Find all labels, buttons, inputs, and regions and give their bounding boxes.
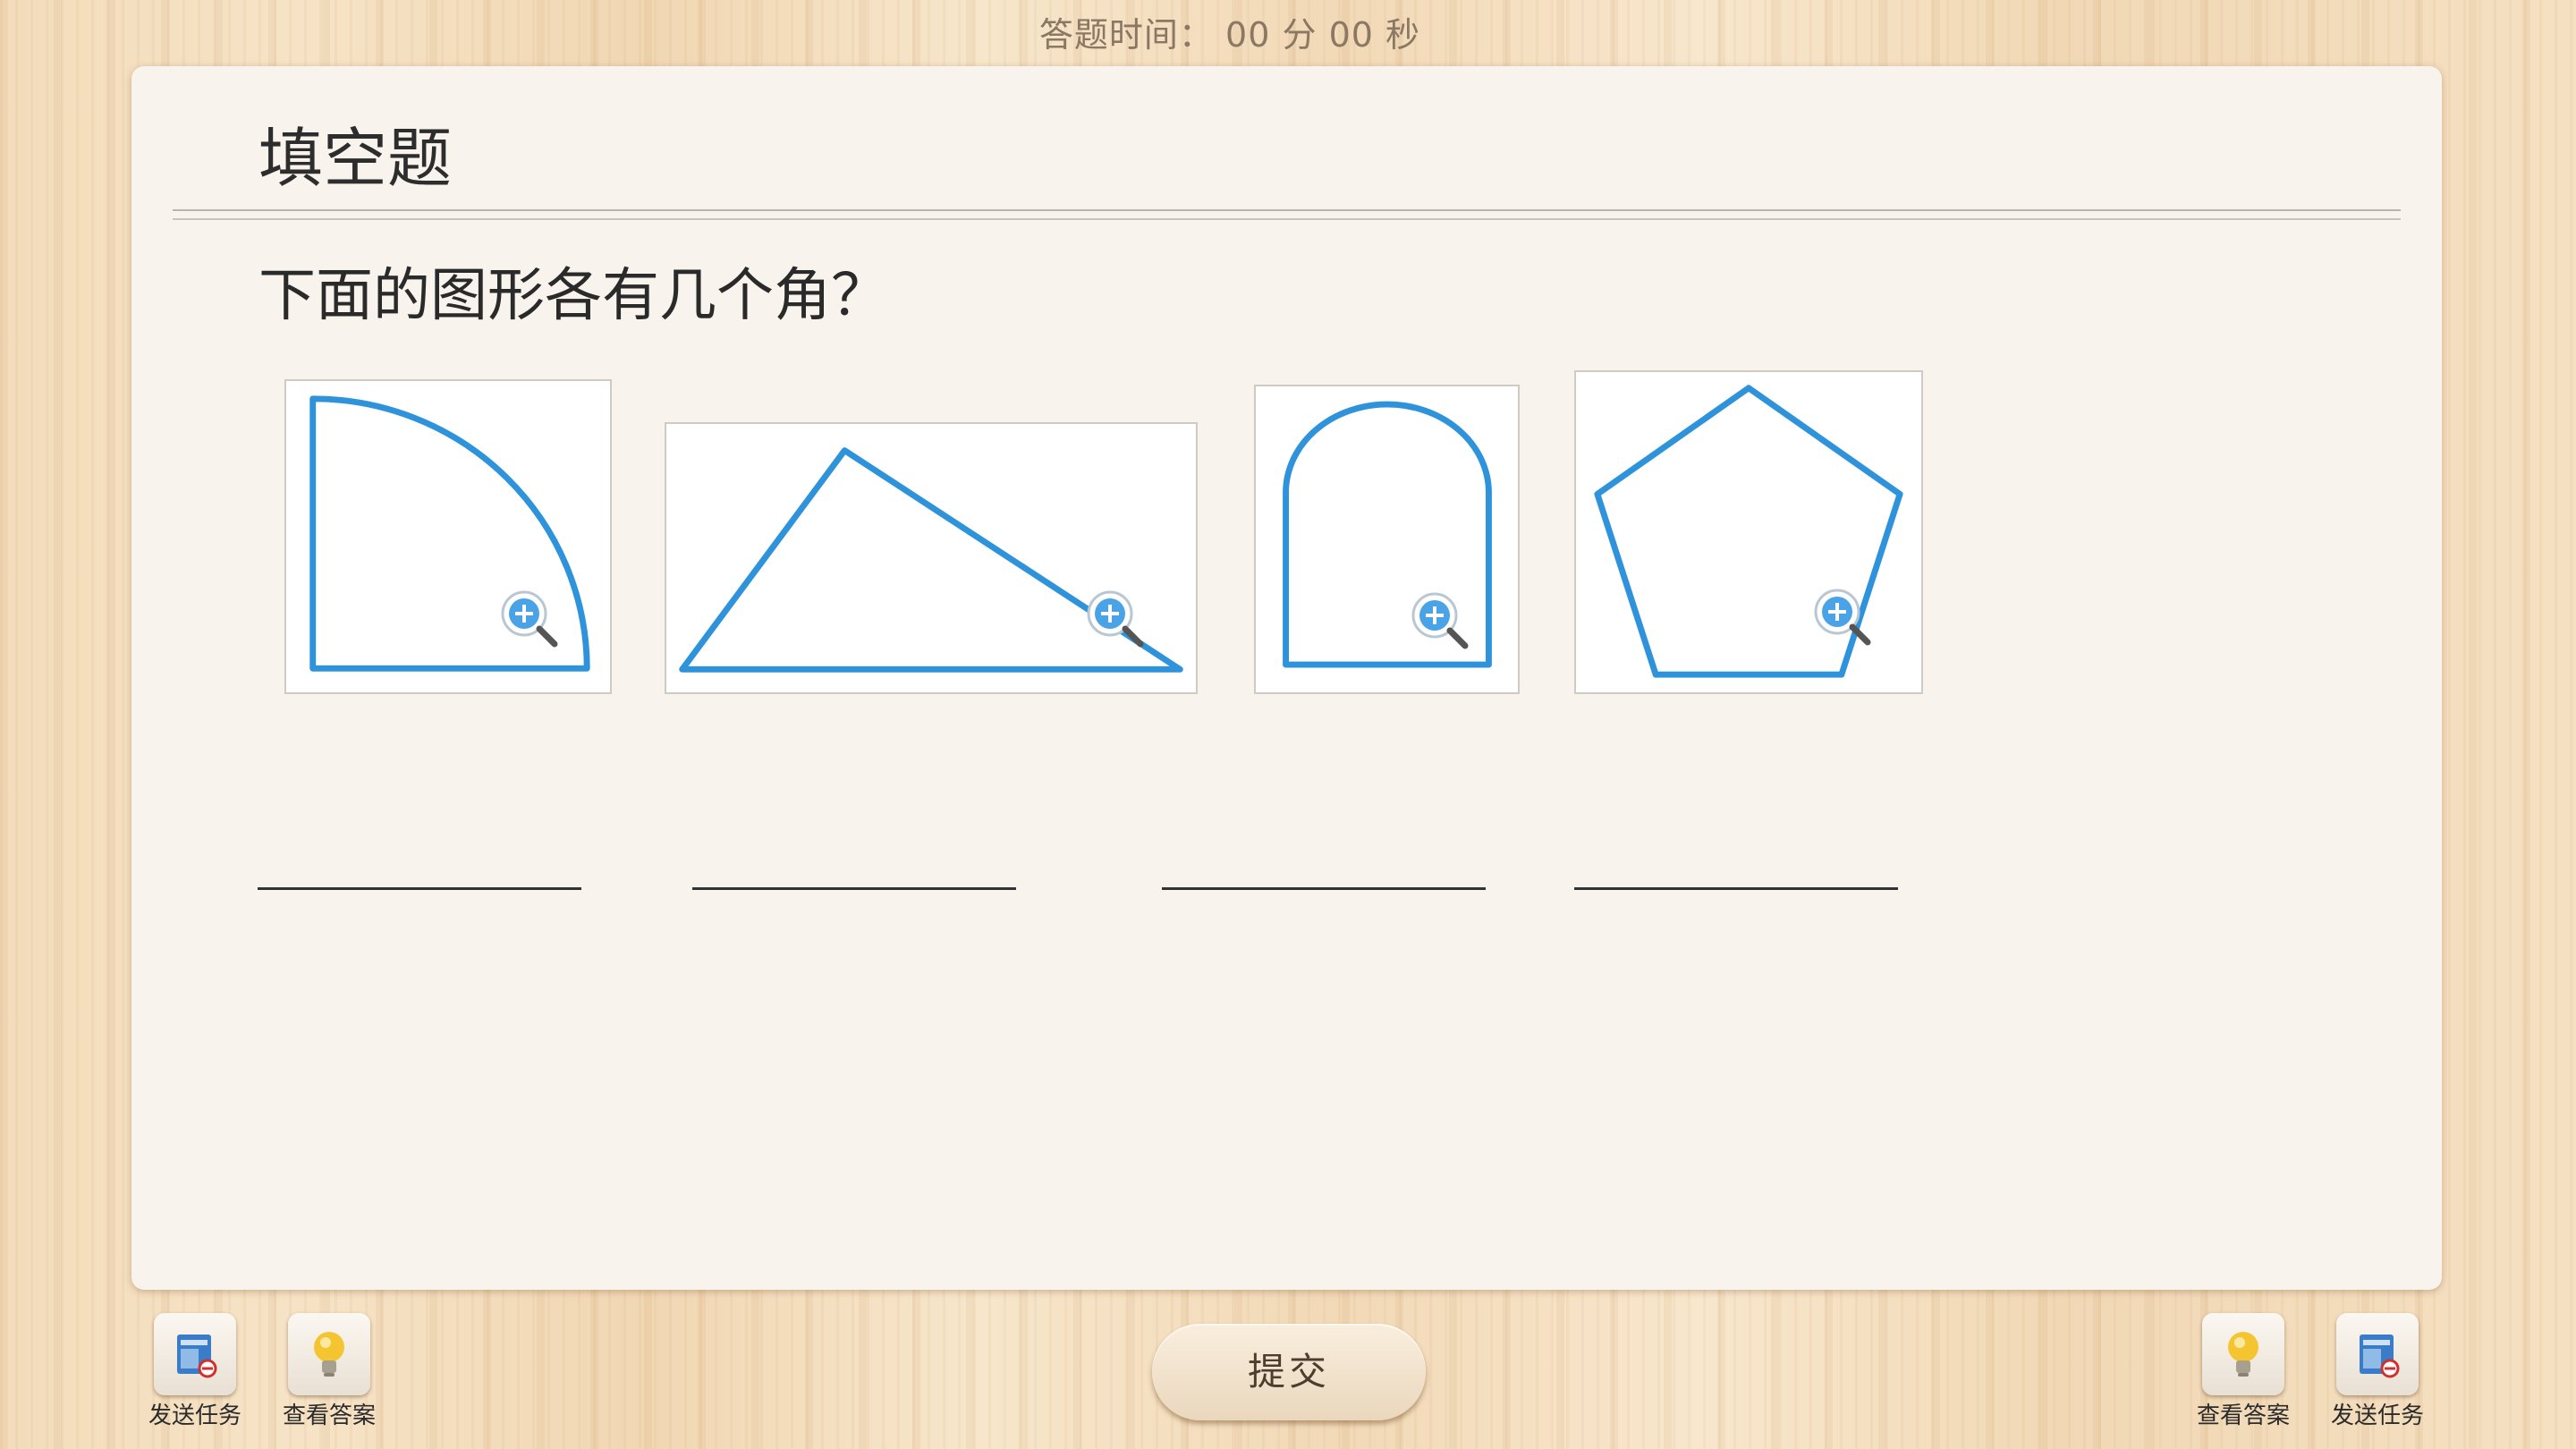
view-answer-button-left[interactable]: 查看答案 <box>275 1313 383 1430</box>
zoom-in-magnifier-icon[interactable] <box>1083 587 1146 649</box>
title-divider <box>173 209 2401 220</box>
send-task-icon <box>154 1313 236 1395</box>
view-answer-label: 查看答案 <box>282 1402 376 1429</box>
question-type-title: 填空题 <box>258 121 453 196</box>
send-task-button-left[interactable]: 发送任务 <box>141 1313 249 1430</box>
timer-minutes-unit: 分 <box>1282 15 1318 55</box>
view-answer-button-right[interactable]: 查看答案 <box>2190 1313 2297 1430</box>
send-task-label: 发送任务 <box>2330 1402 2424 1429</box>
timer-seconds: 00 <box>1328 15 1374 55</box>
question-card: 填空题 下面的图形各有几个角？ <box>131 66 2442 1290</box>
answer-blank-4[interactable] <box>1574 887 1898 890</box>
figure-arch[interactable] <box>1254 385 1520 694</box>
send-task-icon <box>2336 1313 2419 1395</box>
quarter-circle-shape <box>309 395 590 672</box>
timer-label: 答题时间： <box>1038 15 1214 55</box>
answer-timer: 答题时间： 00 分 00 秒 <box>0 7 2460 56</box>
zoom-in-magnifier-icon[interactable] <box>497 587 560 649</box>
timer-seconds-unit: 秒 <box>1385 15 1421 55</box>
timer-minutes: 00 <box>1225 15 1271 55</box>
figure-pentagon[interactable] <box>1574 370 1923 694</box>
answer-blank-3[interactable] <box>1162 887 1486 890</box>
triangle-shape <box>679 447 1183 673</box>
zoom-in-magnifier-icon[interactable] <box>1810 585 1873 648</box>
view-answer-label: 查看答案 <box>2196 1402 2290 1429</box>
arch-shape <box>1283 401 1492 668</box>
lightbulb-icon <box>288 1313 370 1395</box>
send-task-button-right[interactable]: 发送任务 <box>2324 1313 2431 1430</box>
submit-button[interactable]: 提交 <box>1152 1324 1426 1420</box>
send-task-label: 发送任务 <box>148 1402 242 1429</box>
answer-blank-2[interactable] <box>692 887 1016 890</box>
figure-quarter-circle[interactable] <box>284 379 612 694</box>
figure-triangle[interactable] <box>665 422 1198 694</box>
lightbulb-icon <box>2202 1313 2284 1395</box>
question-text: 下面的图形各有几个角？ <box>258 263 888 329</box>
answer-blank-1[interactable] <box>258 887 581 890</box>
zoom-in-magnifier-icon[interactable] <box>1408 589 1470 651</box>
